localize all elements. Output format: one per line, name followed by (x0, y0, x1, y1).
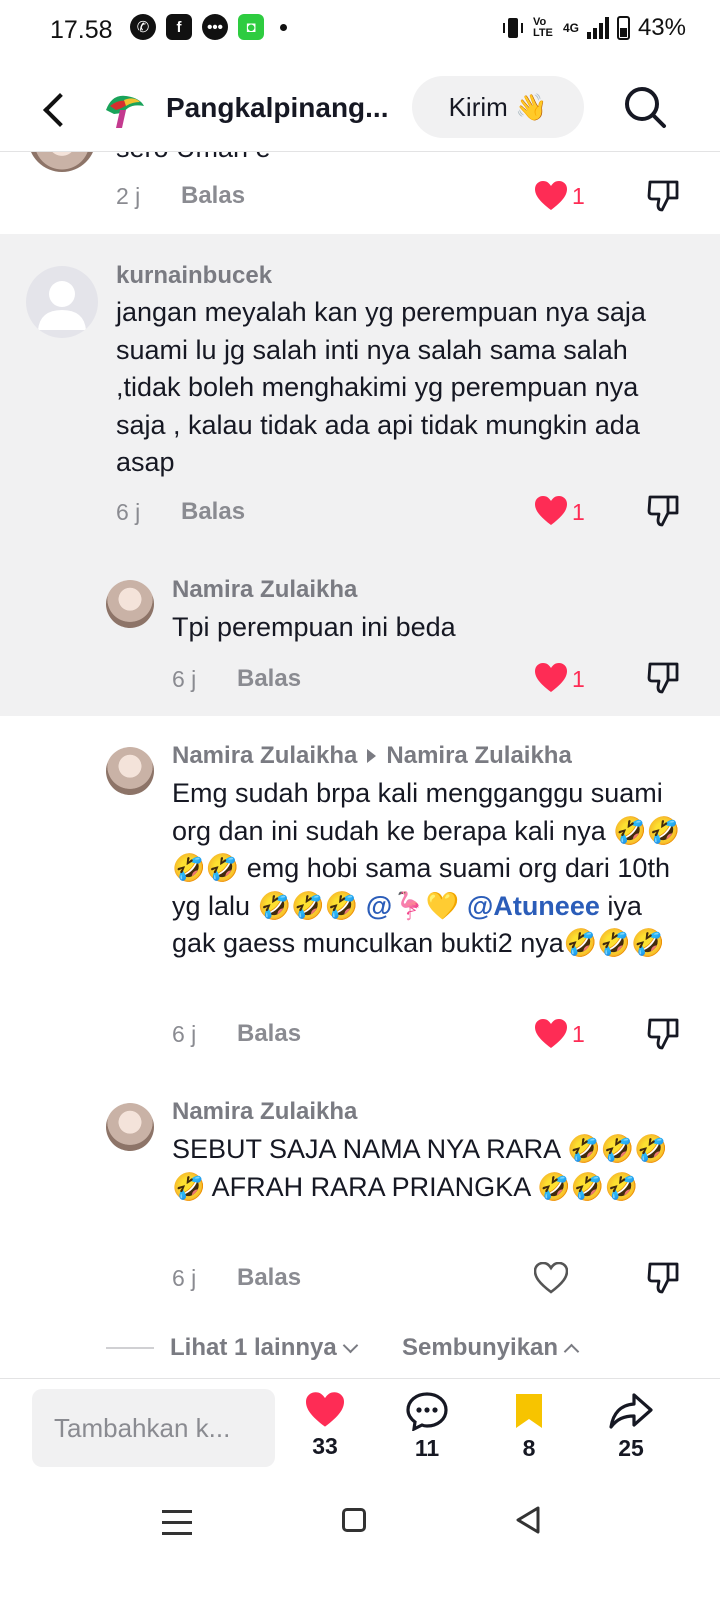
back-button[interactable] (38, 86, 78, 130)
avatar[interactable] (106, 747, 154, 795)
comment-text: Tpi perempuan ini beda (172, 612, 456, 642)
network-type-label: 4G (562, 21, 579, 35)
home-icon[interactable] (342, 1508, 366, 1532)
avatar[interactable] (106, 1103, 154, 1151)
avatar[interactable] (26, 266, 98, 338)
heart-icon[interactable] (534, 662, 568, 694)
comment-bubble-icon (406, 1392, 448, 1431)
like-button[interactable]: 33 (290, 1391, 360, 1460)
comment-button[interactable]: 11 (392, 1391, 462, 1462)
heart-icon[interactable] (534, 495, 568, 527)
dislike-icon[interactable] (646, 660, 682, 696)
hide-replies-button[interactable]: Sembunyikan (402, 1334, 580, 1362)
avatar[interactable] (106, 580, 154, 628)
like-count: 33 (312, 1433, 338, 1459)
page-title[interactable]: Pangkalpinang... (166, 92, 388, 124)
chevron-up-icon (563, 1343, 580, 1359)
header: Pangkalpinang... Kirim 👋 (0, 64, 720, 152)
view-more-replies-button[interactable]: Lihat 1 lainnya (170, 1334, 358, 1362)
avatar[interactable] (28, 152, 96, 172)
chat-icon: ••• (202, 14, 228, 40)
comment-text: SEBUT SAJA NAMA NYA RARA 🤣🤣🤣🤣 AFRAH RARA… (172, 1134, 668, 1202)
back-triangle-icon[interactable] (512, 1504, 544, 1536)
comment-text: Emg sudah brpa kali mengganggu suami org… (172, 778, 681, 958)
comment-username[interactable]: Namira Zulaikha (172, 1098, 357, 1126)
reply-button[interactable]: Balas (237, 665, 301, 693)
like-count: 1 (572, 666, 585, 692)
heart-icon[interactable] (534, 180, 568, 212)
comment-text: sero Uman e (116, 152, 676, 168)
reply-button[interactable]: Balas (181, 498, 245, 526)
vibrate-icon (502, 18, 523, 38)
bookmark-button[interactable]: 8 (494, 1391, 564, 1462)
bookmark-icon (516, 1394, 542, 1428)
more-notifications-icon (280, 23, 287, 31)
comment-time: 2 j (116, 183, 141, 209)
like-count: 1 (572, 183, 585, 209)
like-count: 1 (572, 499, 585, 525)
chevron-down-icon (342, 1337, 358, 1353)
status-time: 17.58 (50, 16, 113, 44)
comment-username[interactable]: kurnainbucek (116, 262, 272, 290)
dislike-icon[interactable] (646, 493, 682, 529)
comment-time: 6 j (172, 666, 197, 692)
system-navigation-bar (0, 1486, 720, 1600)
comment-time: 6 j (116, 499, 141, 525)
system-icons: Vo LTE 4G 43% (501, 14, 686, 42)
battery-icon (616, 16, 630, 40)
heart-outline-icon[interactable] (534, 1262, 568, 1294)
comment-username[interactable]: Namira Zulaikha Namira Zulaikha (172, 742, 572, 770)
status-bar: 17.58 ✆ f ••• ◘ Vo LTE 4G 43% (0, 0, 720, 64)
dislike-icon[interactable] (646, 1016, 682, 1052)
dislike-icon[interactable] (646, 178, 682, 214)
bottom-action-bar: Tambahkan k... 33 11 8 25 (0, 1378, 720, 1486)
mention-link[interactable]: @🦩💛 (366, 891, 460, 921)
volte-label: Vo LTE (532, 16, 553, 39)
divider (106, 1347, 154, 1349)
comment-time: 6 j (172, 1265, 197, 1291)
reply-button[interactable]: Balas (237, 1264, 301, 1292)
comment-time: 6 j (172, 1021, 197, 1047)
comment-input[interactable]: Tambahkan k... (32, 1389, 275, 1467)
comment-username[interactable]: Namira Zulaikha (172, 576, 357, 604)
whatsapp-icon: ✆ (130, 14, 156, 40)
notification-icons: ✆ f ••• ◘ (130, 14, 287, 40)
facebook-icon: f (166, 14, 192, 40)
share-count: 25 (618, 1435, 644, 1461)
comment-count: 11 (414, 1435, 440, 1461)
mention-link[interactable]: @Atuneee (467, 891, 600, 921)
account-logo-icon[interactable] (100, 84, 148, 132)
comment-text: jangan meyalah kan yg perempuan nya saja… (116, 297, 646, 477)
signal-icon (586, 17, 609, 39)
comments-list[interactable]: sero Uman e 2 j Balas 1 kurnainbucek jan… (0, 152, 720, 1378)
reply-button[interactable]: Balas (181, 182, 245, 210)
search-icon[interactable] (622, 84, 668, 130)
battery-percent: 43% (637, 14, 686, 41)
default-avatar-icon (38, 281, 86, 330)
bookmark-count: 8 (522, 1435, 536, 1461)
heart-icon (306, 1392, 344, 1427)
reply-button[interactable]: Balas (237, 1020, 301, 1048)
app-store-icon: ◘ (238, 14, 264, 40)
reply-arrow-icon (367, 749, 377, 763)
reply-to-username[interactable]: Namira Zulaikha (386, 742, 571, 770)
send-button[interactable]: Kirim 👋 (412, 76, 584, 138)
recent-apps-icon[interactable] (162, 1510, 192, 1536)
share-button[interactable]: 25 (596, 1391, 666, 1462)
heart-icon[interactable] (534, 1018, 568, 1050)
dislike-icon[interactable] (646, 1260, 682, 1296)
share-icon (609, 1393, 653, 1429)
like-count: 1 (572, 1021, 585, 1047)
